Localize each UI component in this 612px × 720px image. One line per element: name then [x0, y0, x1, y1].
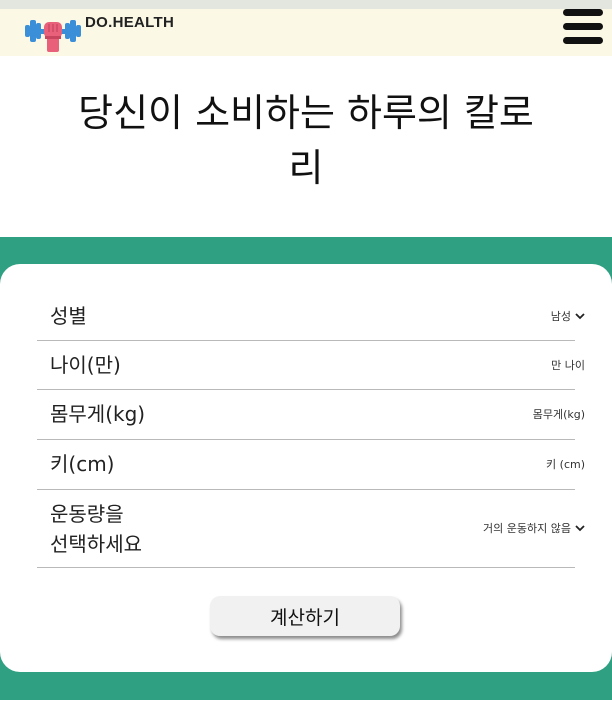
dumbbell-fist-logo-icon[interactable] [24, 12, 82, 54]
height-row: 키(cm) 키 (cm) [37, 440, 585, 490]
top-navbar: DO.HEALTH [0, 0, 612, 56]
activity-row: 운동량을 선택하세요 거의 운동하지 않음 [37, 490, 585, 568]
hamburger-menu-icon[interactable] [563, 9, 603, 49]
calculate-button[interactable]: 계산하기 [210, 596, 400, 636]
age-row: 나이(만) 만 나이 [37, 341, 585, 390]
page-title-line-2: 리 [288, 146, 324, 190]
age-input[interactable]: 만 나이 [551, 357, 585, 373]
activity-label-line-2: 선택하세요 [50, 532, 142, 556]
menu-line [563, 9, 603, 16]
menu-line [563, 23, 603, 30]
activity-select[interactable]: 거의 운동하지 않음 [483, 520, 585, 536]
gender-label: 성별 [50, 304, 87, 328]
height-label: 키(cm) [50, 452, 115, 476]
activity-select-value: 거의 운동하지 않음 [483, 522, 571, 535]
page-title-line-1: 당신이 소비하는 하루의 칼로 [78, 91, 534, 135]
gender-select[interactable]: 남성 [551, 308, 585, 324]
brand-name[interactable]: DO.HEALTH [85, 14, 174, 31]
height-input[interactable]: 키 (cm) [546, 456, 585, 472]
activity-label-line-1: 운동량을 [50, 502, 124, 526]
weight-label: 몸무게(kg) [50, 402, 146, 426]
gender-select-value: 남성 [550, 310, 571, 323]
menu-line [563, 37, 603, 44]
weight-input[interactable]: 몸무게(kg) [533, 406, 585, 422]
activity-label: 운동량을 선택하세요 [50, 499, 142, 559]
age-label: 나이(만) [50, 353, 121, 377]
page-title: 당신이 소비하는 하루의 칼로 리 [40, 86, 572, 196]
weight-row: 몸무게(kg) 몸무게(kg) [37, 390, 585, 440]
gender-row: 성별 남성 [37, 292, 585, 341]
chevron-down-icon [575, 524, 585, 531]
chevron-down-icon [575, 312, 585, 319]
